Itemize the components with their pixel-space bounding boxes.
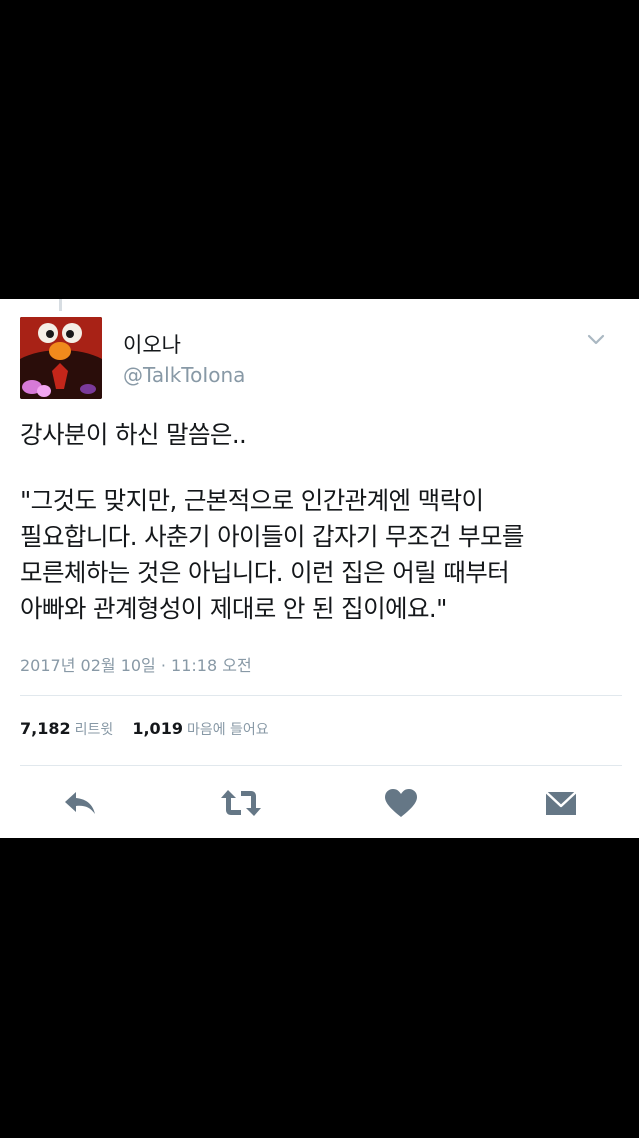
likes-stat[interactable]: 1,019 마음에 들어요 (132, 719, 268, 739)
divider (20, 765, 622, 766)
divider (20, 695, 622, 696)
action-bar (0, 787, 639, 819)
likes-label: 마음에 들어요 (186, 722, 269, 738)
author-name[interactable]: 이오나 (123, 329, 181, 359)
tweet-text: 강사분이 하신 말씀은.. "그것도 맞지만, 근본적으로 인간관계엔 맥락이 … (20, 417, 620, 627)
envelope-icon (545, 791, 577, 815)
tweet-card: 이오나 @TalkToIona 강사분이 하신 말씀은.. "그것도 맞지만, … (0, 299, 639, 838)
engagement-stats: 7,182 리트윗 1,019 마음에 들어요 (20, 719, 283, 739)
tweet-timestamp[interactable]: 2017년 02월 10일 · 11:18 오전 (20, 652, 252, 676)
reply-icon (65, 792, 95, 814)
avatar[interactable] (20, 317, 102, 399)
retweet-button[interactable] (219, 787, 261, 819)
tweet-text-line: 강사분이 하신 말씀은.. (20, 420, 247, 449)
retweets-stat[interactable]: 7,182 리트윗 (20, 719, 113, 739)
author-handle[interactable]: @TalkToIona (123, 363, 245, 387)
message-button[interactable] (541, 787, 581, 819)
heart-icon (385, 789, 417, 817)
likes-count: 1,019 (132, 719, 183, 738)
tweet-text-line: 아빠와 관계형성이 제대로 안 된 집이에요." (20, 594, 447, 623)
retweets-count: 7,182 (20, 719, 71, 738)
like-button[interactable] (381, 787, 421, 819)
thread-connector (59, 299, 62, 311)
chevron-down-icon[interactable] (586, 331, 606, 345)
tweet-text-line: 모른체하는 것은 아닙니다. 이런 집은 어릴 때부터 (20, 558, 510, 587)
reply-button[interactable] (60, 787, 100, 819)
tweet-text-line: "그것도 맞지만, 근본적으로 인간관계엔 맥락이 (20, 486, 484, 515)
tweet-text-line: 필요합니다. 사춘기 아이들이 갑자기 무조건 부모를 (20, 522, 524, 551)
retweet-icon (221, 790, 261, 816)
retweets-label: 리트윗 (74, 722, 114, 738)
